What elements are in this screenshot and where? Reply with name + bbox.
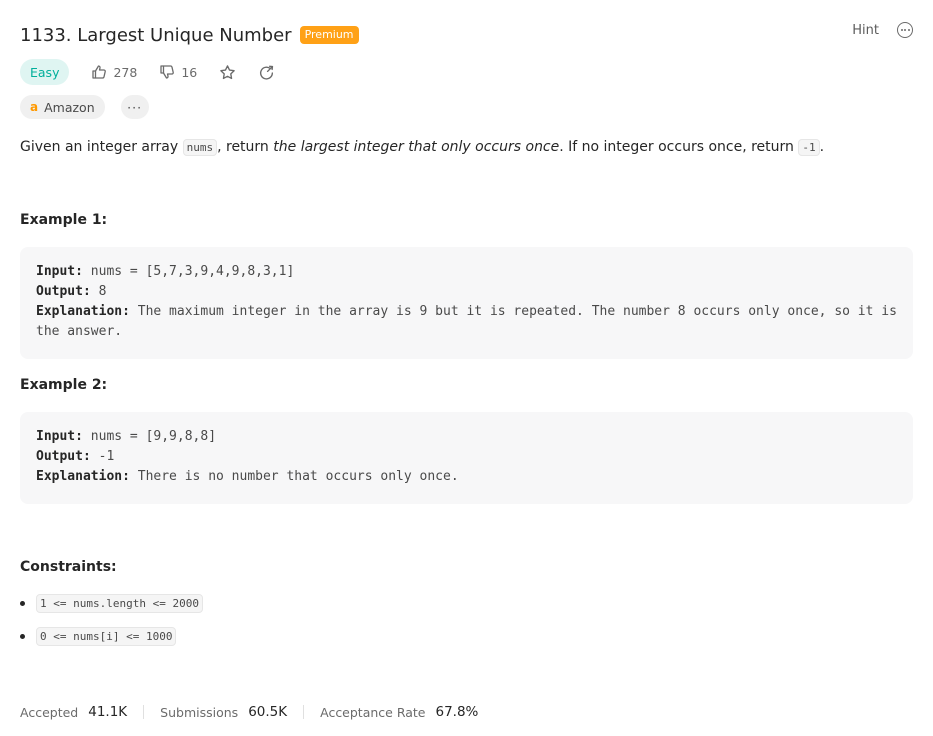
- description-text: . If no integer occurs once, return: [559, 139, 799, 155]
- input-value: nums = [9,9,8,8]: [82, 429, 217, 444]
- example-output-line: Output: 8: [36, 282, 897, 302]
- explanation-label: Explanation:: [36, 304, 130, 319]
- example-input-line: Input: nums = [5,7,3,9,4,9,8,3,1]: [36, 262, 897, 282]
- output-label: Output:: [36, 449, 91, 464]
- divider: [143, 705, 145, 719]
- premium-badge: Premium: [299, 26, 359, 44]
- divider: [303, 705, 305, 719]
- output-label: Output:: [36, 284, 91, 299]
- input-label: Input:: [36, 429, 83, 444]
- explanation-label: Explanation:: [36, 469, 130, 484]
- like-count: 278: [113, 64, 138, 80]
- list-item: 0 <= nums[i] <= 1000: [20, 627, 203, 660]
- submissions-label: Submissions: [160, 704, 239, 720]
- share-button[interactable]: [258, 64, 275, 81]
- hint-button[interactable]: Hint: [852, 23, 879, 38]
- problem-description: Given an integer array nums, return the …: [20, 136, 824, 159]
- constraint-code: 1 <= nums.length <= 2000: [36, 594, 203, 613]
- description-text: .: [819, 139, 825, 155]
- constraints-list: 1 <= nums.length <= 2000 0 <= nums[i] <=…: [20, 594, 203, 660]
- favorite-button[interactable]: [219, 64, 236, 81]
- example-input-line: Input: nums = [9,9,8,8]: [36, 427, 897, 447]
- share-icon: [260, 65, 274, 80]
- description-emphasis: the largest integer that only occurs onc…: [273, 139, 560, 155]
- inline-code: -1: [798, 139, 820, 156]
- example-output-line: Output: -1: [36, 447, 897, 467]
- explanation-value: There is no number that occurs only once…: [129, 469, 459, 484]
- acceptance-rate-value: 67.8%: [435, 704, 479, 720]
- constraints-heading: Constraints:: [20, 559, 117, 575]
- accepted-value: 41.1K: [88, 704, 128, 720]
- problem-title[interactable]: 1133. Largest Unique Number: [20, 25, 292, 46]
- more-options-icon[interactable]: [897, 22, 913, 38]
- explanation-value: The maximum integer in the array is 9 bu…: [36, 304, 905, 339]
- example-explanation-line: Explanation: The maximum integer in the …: [36, 302, 897, 342]
- dislike-count: 16: [181, 64, 198, 80]
- output-value: 8: [90, 284, 107, 299]
- description-text: , return: [217, 139, 274, 155]
- amazon-logo-icon: a: [30, 100, 39, 114]
- output-value: -1: [90, 449, 115, 464]
- example-2-block: Input: nums = [9,9,8,8] Output: -1 Expla…: [20, 412, 913, 504]
- top-actions: Hint: [852, 22, 913, 38]
- thumbs-up-icon: [92, 65, 107, 79]
- example-explanation-line: Explanation: There is no number that occ…: [36, 467, 897, 487]
- example-2-heading: Example 2:: [20, 377, 108, 393]
- like-button[interactable]: 278: [91, 64, 137, 80]
- input-label: Input:: [36, 264, 83, 279]
- star-icon: [220, 64, 236, 79]
- meta-row: Easy 278 16: [20, 59, 275, 85]
- dislike-button[interactable]: 16: [159, 64, 197, 80]
- acceptance-rate-label: Acceptance Rate: [320, 704, 426, 720]
- input-value: nums = [5,7,3,9,4,9,8,3,1]: [82, 264, 295, 279]
- title-row: 1133. Largest Unique Number Premium: [20, 22, 359, 48]
- more-tags-button[interactable]: ···: [120, 95, 149, 119]
- example-1-block: Input: nums = [5,7,3,9,4,9,8,3,1] Output…: [20, 247, 913, 359]
- tags-row: a Amazon ···: [20, 95, 149, 119]
- example-1-heading: Example 1:: [20, 212, 108, 228]
- constraint-code: 0 <= nums[i] <= 1000: [36, 627, 177, 646]
- description-text: Given an integer array: [20, 139, 183, 155]
- list-item: 1 <= nums.length <= 2000: [20, 594, 203, 627]
- company-tag-label: Amazon: [44, 99, 95, 115]
- thumbs-down-icon: [160, 65, 175, 79]
- difficulty-badge: Easy: [20, 59, 70, 85]
- stats-bar: Accepted 41.1K Submissions 60.5K Accepta…: [20, 702, 478, 722]
- company-tag[interactable]: a Amazon: [20, 95, 105, 119]
- accepted-label: Accepted: [20, 704, 79, 720]
- submissions-value: 60.5K: [248, 704, 288, 720]
- inline-code: nums: [182, 139, 218, 156]
